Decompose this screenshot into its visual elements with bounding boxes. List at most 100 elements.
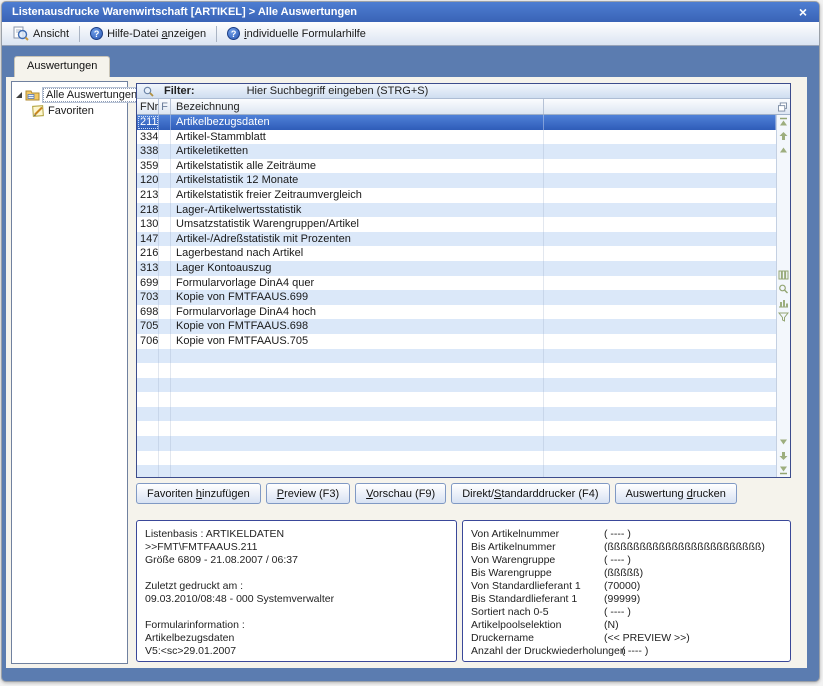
copy-columns-icon[interactable]	[775, 99, 790, 114]
table-row[interactable]: 120Artikelstatistik 12 Monate	[137, 173, 776, 188]
tab-auswertungen[interactable]: Auswertungen	[14, 56, 110, 77]
scroll-to-top-icon[interactable]	[778, 117, 789, 127]
table-row-empty[interactable]	[137, 421, 776, 436]
filter-bar[interactable]: Filter: Hier Suchbegriff eingeben (STRG+…	[137, 84, 790, 99]
table-row[interactable]: 706Kopie von FMTFAAUS.705	[137, 334, 776, 349]
scroll-to-bottom-icon[interactable]	[778, 465, 789, 475]
tab-page: Alle Auswertungen Favoriten	[6, 77, 807, 668]
column-header-f[interactable]: F	[159, 99, 171, 114]
table-cell	[159, 436, 171, 451]
table-row[interactable]: 359Artikelstatistik alle Zeiträume	[137, 159, 776, 174]
search-icon	[143, 86, 154, 97]
table-row[interactable]: 334Artikel-Stammblatt	[137, 130, 776, 145]
table-cell: 147	[137, 232, 159, 247]
table-cell	[137, 421, 159, 436]
scroll-up-icon[interactable]	[778, 131, 789, 141]
table-cell	[544, 246, 776, 261]
table-row-empty[interactable]	[137, 392, 776, 407]
table-cell	[159, 349, 171, 364]
table-cell	[159, 261, 171, 276]
scroll-line-up-icon[interactable]	[778, 145, 789, 155]
tree-item-favoriten[interactable]: Favoriten	[14, 103, 125, 119]
table-cell	[137, 378, 159, 393]
table-cell	[544, 334, 776, 349]
individual-form-help-label: individuelle Formularhilfe	[244, 28, 366, 40]
table-row[interactable]: 147Artikel-/Adreßstatistik mit Prozenten	[137, 232, 776, 247]
table-cell	[544, 130, 776, 145]
table-scrollbar[interactable]	[776, 115, 790, 477]
parameter-row: Von Warengruppe( ---- )	[471, 554, 782, 567]
direkt-standarddrucker-button[interactable]: Direkt/Standarddrucker (F4)	[451, 483, 609, 504]
tree-item-alle-auswertungen[interactable]: Alle Auswertungen	[14, 87, 125, 103]
scroll-bottom-group	[778, 437, 789, 475]
column-header-fnr[interactable]: FNr	[137, 99, 159, 114]
scroll-line-down-icon[interactable]	[778, 437, 789, 447]
column-header-bezeichnung[interactable]: Bezeichnung	[171, 99, 544, 114]
parameter-row: Druckername(<< PREVIEW >>)	[471, 632, 782, 645]
parameter-row: Sortiert nach 0-5( ---- )	[471, 606, 782, 619]
table-cell	[544, 276, 776, 291]
table-row[interactable]: 313Lager Kontoauszug	[137, 261, 776, 276]
table-cell	[544, 159, 776, 174]
table-row-empty[interactable]	[137, 465, 776, 477]
filter-search-input[interactable]: Hier Suchbegriff eingeben (STRG+S)	[247, 85, 429, 97]
help-file-button[interactable]: ? Hilfe-Datei anzeigen	[83, 25, 213, 42]
titlebar: Listenausdrucke Warenwirtschaft [ARTIKEL…	[2, 2, 819, 22]
tree-expand-icon[interactable]	[16, 92, 22, 98]
ansicht-button[interactable]: Ansicht	[6, 24, 76, 43]
table-row-empty[interactable]	[137, 436, 776, 451]
parameter-label: Von Artikelnummer	[471, 528, 604, 541]
table-cell	[171, 363, 544, 378]
table-cell	[544, 173, 776, 188]
info-line	[145, 567, 448, 580]
table-row-empty[interactable]	[137, 407, 776, 422]
table-row[interactable]: 213Artikelstatistik freier Zeitraumvergl…	[137, 188, 776, 203]
table-row-empty[interactable]	[137, 451, 776, 466]
parameter-label: Von Warengruppe	[471, 554, 604, 567]
table-cell	[137, 349, 159, 364]
table-cell	[544, 203, 776, 218]
table-row[interactable]: 130 Umsatzstatistik Warengruppen/Artikel	[137, 217, 776, 232]
table-row-empty[interactable]	[137, 378, 776, 393]
info-line: Zuletzt gedruckt am :	[145, 580, 448, 593]
filter-icon[interactable]	[778, 312, 789, 322]
table-cell	[159, 319, 171, 334]
table-row[interactable]: 705Kopie von FMTFAAUS.698	[137, 319, 776, 334]
table-row[interactable]: 703Kopie von FMTFAAUS.699	[137, 290, 776, 305]
tabstrip: Auswertungen	[2, 47, 819, 77]
table-row[interactable]: 698Formularvorlage DinA4 hoch	[137, 305, 776, 320]
table-cell: 218	[137, 203, 159, 218]
info-line: Listenbasis : ARTIKELDATEN	[145, 528, 448, 541]
parameter-label: Druckername	[471, 632, 604, 645]
table-row[interactable]: 216Lagerbestand nach Artikel	[137, 246, 776, 261]
individual-form-help-button[interactable]: ? individuelle Formularhilfe	[220, 25, 373, 42]
table-row-empty[interactable]	[137, 363, 776, 378]
info-line: V5:<sc>29.01.2007	[145, 645, 448, 658]
chart-icon[interactable]	[778, 298, 789, 308]
table-cell	[544, 115, 776, 130]
table-cell	[159, 276, 171, 291]
info-line	[145, 606, 448, 619]
table-cell	[159, 144, 171, 159]
vorschau-button[interactable]: Vorschau (F9)	[355, 483, 446, 504]
table-row[interactable]: 211Artikelbezugsdaten	[137, 115, 776, 130]
preview-button[interactable]: Preview (F3)	[266, 483, 350, 504]
table-row[interactable]: 699Formularvorlage DinA4 quer	[137, 276, 776, 291]
search-icon[interactable]	[778, 284, 789, 294]
screen: Listenausdrucke Warenwirtschaft [ARTIKEL…	[0, 0, 823, 686]
favoriten-hinzufuegen-button[interactable]: Favoriten hinzufügen	[136, 483, 261, 504]
table-cell	[159, 173, 171, 188]
table-cell: 706	[137, 334, 159, 349]
auswertung-drucken-button[interactable]: Auswertung drucken	[615, 483, 737, 504]
table-cell: Formularvorlage DinA4 quer	[171, 276, 544, 291]
table-cell	[159, 246, 171, 261]
table-cell	[171, 407, 544, 422]
table-row[interactable]: 218Lager-Artikelwertsstatistik	[137, 203, 776, 218]
table-row-empty[interactable]	[137, 349, 776, 364]
close-icon[interactable]: ×	[797, 5, 809, 19]
table-cell	[159, 465, 171, 477]
table-row[interactable]: 338Artikeletiketten	[137, 144, 776, 159]
scroll-down-icon[interactable]	[778, 451, 789, 461]
columns-icon[interactable]	[778, 270, 789, 280]
table-cell	[171, 349, 544, 364]
